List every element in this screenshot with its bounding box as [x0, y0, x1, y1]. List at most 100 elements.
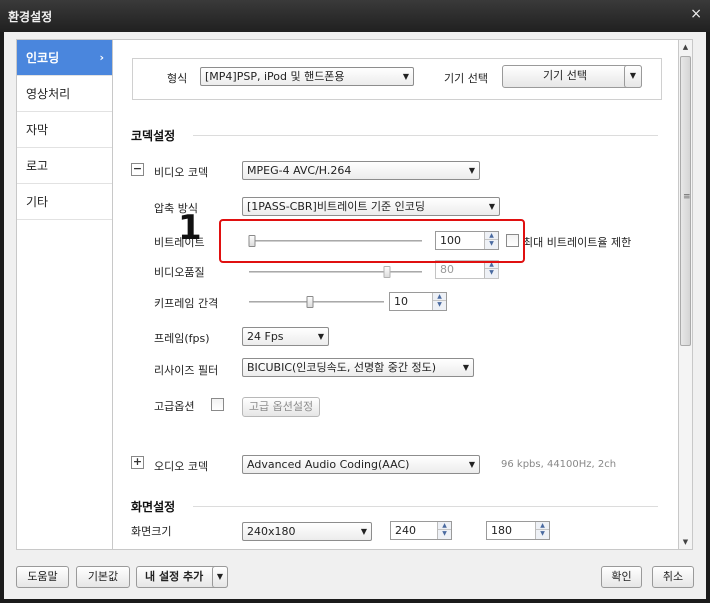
collapse-video-codec[interactable]: −: [131, 163, 144, 176]
compression-value: [1PASS-CBR]비트레이트 기준 인코딩: [247, 200, 426, 213]
height-value: 180: [491, 524, 512, 537]
slider-thumb[interactable]: [383, 266, 391, 278]
width-value: 240: [395, 524, 416, 537]
audio-codec-value: Advanced Audio Coding(AAC): [247, 458, 410, 471]
spin-down-icon[interactable]: ▼: [485, 269, 498, 277]
audio-codec-hint: 96 kpbs, 44100Hz, 2ch: [501, 459, 617, 470]
help-button[interactable]: 도움말: [16, 566, 69, 588]
device-select-arrow[interactable]: ▼: [624, 65, 642, 88]
dropdown-arrow-icon: ▼: [317, 332, 324, 341]
video-codec-dropdown[interactable]: MPEG-4 AVC/H.264 ▼: [242, 161, 480, 180]
fps-label: 프레임(fps): [154, 332, 210, 345]
sidebar-item-etc[interactable]: 기타: [17, 184, 112, 220]
compression-dropdown[interactable]: [1PASS-CBR]비트레이트 기준 인코딩 ▼: [242, 197, 500, 216]
slider-track: [249, 301, 384, 303]
ok-button[interactable]: 확인: [601, 566, 642, 588]
quality-value: 80: [440, 263, 454, 276]
video-codec-label: 비디오 코덱: [154, 166, 209, 179]
window-title: 환경설정: [8, 10, 53, 24]
width-spinbox[interactable]: 240 ▲ ▼: [390, 521, 452, 540]
scrollbar-thumb[interactable]: ≡: [680, 56, 691, 346]
keyframe-slider[interactable]: [249, 296, 384, 308]
slider-thumb[interactable]: [306, 296, 314, 308]
fps-dropdown[interactable]: 24 Fps ▼: [242, 327, 329, 346]
settings-content: 형식 [MP4]PSP, iPod 및 핸드폰용 ▼ 기기 선택 기기 선택 ▼…: [113, 39, 678, 550]
scroll-down-icon[interactable]: ▼: [679, 535, 692, 549]
sidebar-item-label: 인코딩: [26, 51, 60, 65]
advanced-options-checkbox[interactable]: [211, 398, 224, 411]
dropdown-arrow-icon: ▼: [402, 72, 409, 81]
help-button-label: 도움말: [27, 570, 58, 583]
keyframe-spinbox[interactable]: 10 ▲ ▼: [389, 292, 447, 311]
keyframe-label: 키프레임 간격: [154, 297, 219, 310]
annotation-number: 1: [178, 208, 202, 248]
fps-value: 24 Fps: [247, 330, 284, 343]
max-bitrate-label: 최대 비트레이트율 제한: [523, 236, 632, 249]
sidebar: 인코딩 › 영상처리 자막 로고 기타: [16, 39, 113, 550]
dropdown-arrow-icon: ▼: [462, 363, 469, 372]
spin-up-icon[interactable]: ▲: [536, 522, 549, 530]
vertical-scrollbar[interactable]: ▲ ≡ ▼: [678, 39, 693, 550]
dropdown-arrow-icon: ▼: [216, 572, 224, 581]
dropdown-arrow-icon: ▼: [468, 166, 475, 175]
audio-codec-dropdown[interactable]: Advanced Audio Coding(AAC) ▼: [242, 455, 480, 474]
spin-up-icon[interactable]: ▲: [433, 293, 446, 301]
height-spinbox[interactable]: 180 ▲ ▼: [486, 521, 550, 540]
screen-size-label: 화면크기: [131, 525, 172, 538]
advanced-options-button[interactable]: 고급 옵션설정: [242, 397, 320, 417]
dropdown-arrow-icon: ▼: [360, 527, 367, 536]
dropdown-arrow-icon: ▼: [488, 202, 495, 211]
spin-down-icon[interactable]: ▼: [433, 301, 446, 309]
advanced-options-label: 고급옵션: [154, 400, 195, 413]
screen-size-value: 240x180: [247, 525, 296, 538]
sidebar-item-encoding[interactable]: 인코딩 ›: [17, 40, 112, 76]
dropdown-arrow-icon: ▼: [468, 460, 475, 469]
expand-audio-codec[interactable]: +: [131, 456, 144, 469]
sidebar-item-label: 자막: [26, 123, 49, 137]
format-label: 형식: [167, 72, 188, 85]
add-preset-button-label: 내 설정 추가: [145, 570, 204, 583]
default-button[interactable]: 기본값: [76, 566, 130, 588]
screen-section-heading: 화면설정: [131, 500, 176, 514]
resize-filter-label: 리사이즈 필터: [154, 364, 219, 377]
video-codec-value: MPEG-4 AVC/H.264: [247, 164, 352, 177]
device-select-label: 기기 선택: [444, 72, 488, 85]
highlight-box: [219, 219, 525, 263]
device-select-button[interactable]: 기기 선택: [502, 65, 642, 88]
quality-slider[interactable]: [249, 266, 422, 278]
cancel-button-label: 취소: [662, 570, 684, 583]
grip-icon: ≡: [683, 192, 691, 202]
screen-size-dropdown[interactable]: 240x180 ▼: [242, 522, 372, 541]
audio-codec-label: 오디오 코덱: [154, 460, 209, 473]
spin-up-icon[interactable]: ▲: [438, 522, 451, 530]
add-preset-arrow[interactable]: ▼: [212, 566, 228, 588]
minus-icon: −: [132, 162, 143, 175]
scroll-up-icon[interactable]: ▲: [679, 40, 692, 54]
sidebar-item-logo[interactable]: 로고: [17, 148, 112, 184]
format-dropdown[interactable]: [MP4]PSP, iPod 및 핸드폰용 ▼: [200, 67, 414, 86]
sidebar-item-video-processing[interactable]: 영상처리: [17, 76, 112, 112]
sidebar-item-label: 영상처리: [26, 87, 71, 101]
sidebar-item-label: 기타: [26, 195, 49, 209]
spin-down-icon[interactable]: ▼: [438, 530, 451, 538]
plus-icon: +: [132, 455, 143, 468]
format-value: [MP4]PSP, iPod 및 핸드폰용: [205, 70, 345, 83]
sidebar-item-subtitle[interactable]: 자막: [17, 112, 112, 148]
close-icon[interactable]: ×: [690, 6, 702, 22]
codec-section-heading: 코덱설정: [131, 129, 176, 143]
default-button-label: 기본값: [87, 570, 119, 583]
settings-window: 인코딩 › 영상처리 자막 로고 기타 형식 [MP4]PSP, iPod 및 …: [4, 32, 706, 599]
quality-label: 비디오품질: [154, 266, 205, 279]
sidebar-item-label: 로고: [26, 159, 49, 173]
slider-track: [249, 271, 422, 273]
keyframe-value: 10: [394, 295, 408, 308]
chevron-right-icon: ›: [99, 51, 104, 64]
cancel-button[interactable]: 취소: [652, 566, 694, 588]
spin-down-icon[interactable]: ▼: [536, 530, 549, 538]
section-divider: [193, 506, 658, 507]
resize-filter-dropdown[interactable]: BICUBIC(인코딩속도, 선명함 중간 정도) ▼: [242, 358, 474, 377]
advanced-options-button-label: 고급 옵션설정: [248, 400, 314, 413]
section-divider: [193, 135, 658, 136]
ok-button-label: 확인: [611, 570, 632, 583]
dropdown-arrow-icon: ▼: [629, 71, 637, 80]
